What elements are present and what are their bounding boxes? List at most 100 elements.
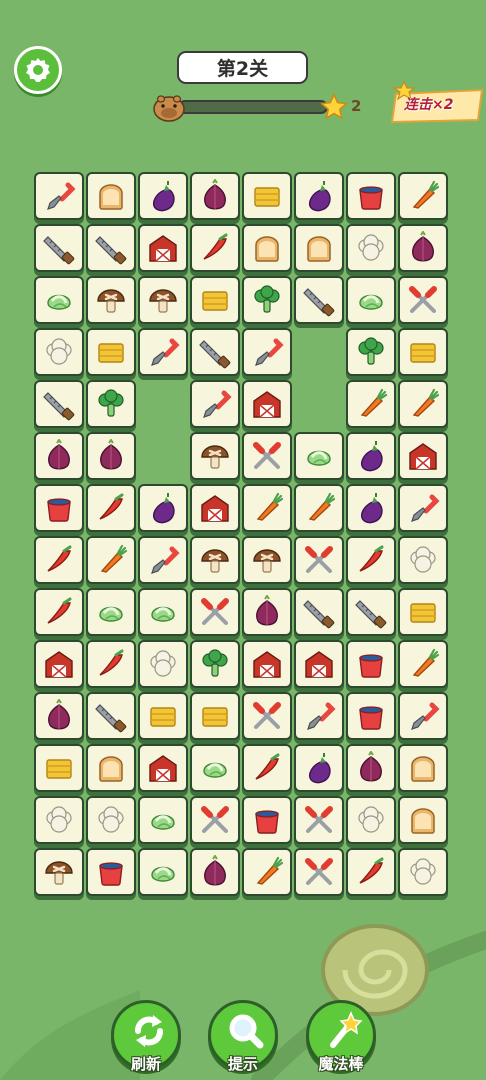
tile-eggplant[interactable] <box>138 484 188 532</box>
tile-onion[interactable] <box>86 432 136 480</box>
tile-onion[interactable] <box>346 744 396 792</box>
tile-cauliflower[interactable] <box>398 848 448 896</box>
tile-saw[interactable] <box>34 224 84 272</box>
tile-cauliflower[interactable] <box>398 536 448 584</box>
tile-scissors[interactable] <box>398 276 448 324</box>
tile-carrot[interactable] <box>398 380 448 428</box>
tile-bread[interactable] <box>242 224 292 272</box>
tile-broccoli[interactable] <box>242 276 292 324</box>
tile-scissors[interactable] <box>190 796 240 844</box>
tile-hay[interactable] <box>138 692 188 740</box>
tile-saw[interactable] <box>294 588 344 636</box>
tile-saw[interactable] <box>190 328 240 376</box>
tile-cauliflower[interactable] <box>346 224 396 272</box>
tile-eggplant[interactable] <box>346 432 396 480</box>
tile-mushroom[interactable] <box>138 276 188 324</box>
tile-mushroom[interactable] <box>190 432 240 480</box>
tile-onion[interactable] <box>190 848 240 896</box>
tile-barn[interactable] <box>294 640 344 688</box>
tile-saw[interactable] <box>86 224 136 272</box>
tile-scissors[interactable] <box>242 692 292 740</box>
tile-carrot[interactable] <box>398 172 448 220</box>
tile-chili[interactable] <box>242 744 292 792</box>
tile-chili[interactable] <box>346 848 396 896</box>
tile-pot[interactable] <box>346 640 396 688</box>
tile-barn[interactable] <box>34 640 84 688</box>
tile-barn[interactable] <box>242 640 292 688</box>
tile-mushroom[interactable] <box>242 536 292 584</box>
tile-mushroom[interactable] <box>86 276 136 324</box>
tile-mushroom[interactable] <box>34 848 84 896</box>
tile-pot[interactable] <box>346 692 396 740</box>
settings-button[interactable] <box>14 46 62 94</box>
tile-eggplant[interactable] <box>294 172 344 220</box>
tile-scissors[interactable] <box>242 432 292 480</box>
tile-trowel[interactable] <box>294 692 344 740</box>
tile-chili[interactable] <box>34 536 84 584</box>
tile-cabbage[interactable] <box>86 588 136 636</box>
tile-hay[interactable] <box>398 588 448 636</box>
refresh-button[interactable]: 刷新 <box>111 1000 181 1073</box>
tile-trowel[interactable] <box>398 692 448 740</box>
tile-hay[interactable] <box>34 744 84 792</box>
tile-onion[interactable] <box>398 224 448 272</box>
tile-eggplant[interactable] <box>294 744 344 792</box>
tile-bread[interactable] <box>86 744 136 792</box>
tile-hay[interactable] <box>86 328 136 376</box>
tile-onion[interactable] <box>242 588 292 636</box>
tile-bread[interactable] <box>86 172 136 220</box>
tile-saw[interactable] <box>34 380 84 428</box>
tile-cabbage[interactable] <box>294 432 344 480</box>
tile-chili[interactable] <box>34 588 84 636</box>
tile-bread[interactable] <box>398 796 448 844</box>
hint-button[interactable]: 提示 <box>208 1000 278 1073</box>
tile-saw[interactable] <box>86 692 136 740</box>
tile-chili[interactable] <box>86 484 136 532</box>
tile-cabbage[interactable] <box>138 848 188 896</box>
tile-trowel[interactable] <box>398 484 448 532</box>
tile-trowel[interactable] <box>242 328 292 376</box>
tile-trowel[interactable] <box>138 536 188 584</box>
tile-broccoli[interactable] <box>346 328 396 376</box>
tile-bread[interactable] <box>294 224 344 272</box>
tile-carrot[interactable] <box>398 640 448 688</box>
tile-barn[interactable] <box>138 744 188 792</box>
tile-broccoli[interactable] <box>86 380 136 428</box>
tile-trowel[interactable] <box>138 328 188 376</box>
tile-saw[interactable] <box>294 276 344 324</box>
tile-carrot[interactable] <box>242 484 292 532</box>
tile-cabbage[interactable] <box>34 276 84 324</box>
tile-chili[interactable] <box>86 640 136 688</box>
tile-trowel[interactable] <box>190 380 240 428</box>
tile-scissors[interactable] <box>294 796 344 844</box>
tile-cabbage[interactable] <box>138 796 188 844</box>
tile-carrot[interactable] <box>86 536 136 584</box>
tile-pot[interactable] <box>242 796 292 844</box>
tile-cauliflower[interactable] <box>86 796 136 844</box>
tile-chili[interactable] <box>346 536 396 584</box>
tile-scissors[interactable] <box>294 536 344 584</box>
tile-barn[interactable] <box>138 224 188 272</box>
tile-onion[interactable] <box>34 432 84 480</box>
tile-cabbage[interactable] <box>138 588 188 636</box>
tile-carrot[interactable] <box>346 380 396 428</box>
tile-cabbage[interactable] <box>190 744 240 792</box>
tile-bread[interactable] <box>398 744 448 792</box>
tile-carrot[interactable] <box>242 848 292 896</box>
tile-eggplant[interactable] <box>346 484 396 532</box>
tile-broccoli[interactable] <box>190 640 240 688</box>
tile-trowel[interactable] <box>34 172 84 220</box>
tile-scissors[interactable] <box>294 848 344 896</box>
magic-wand-button[interactable]: 魔法棒 <box>306 1000 376 1073</box>
tile-hay[interactable] <box>242 172 292 220</box>
tile-onion[interactable] <box>190 172 240 220</box>
tile-scissors[interactable] <box>190 588 240 636</box>
tile-cauliflower[interactable] <box>138 640 188 688</box>
tile-carrot[interactable] <box>294 484 344 532</box>
tile-cauliflower[interactable] <box>346 796 396 844</box>
tile-cabbage[interactable] <box>346 276 396 324</box>
tile-hay[interactable] <box>190 692 240 740</box>
tile-pot[interactable] <box>346 172 396 220</box>
tile-pot[interactable] <box>34 484 84 532</box>
tile-cauliflower[interactable] <box>34 328 84 376</box>
